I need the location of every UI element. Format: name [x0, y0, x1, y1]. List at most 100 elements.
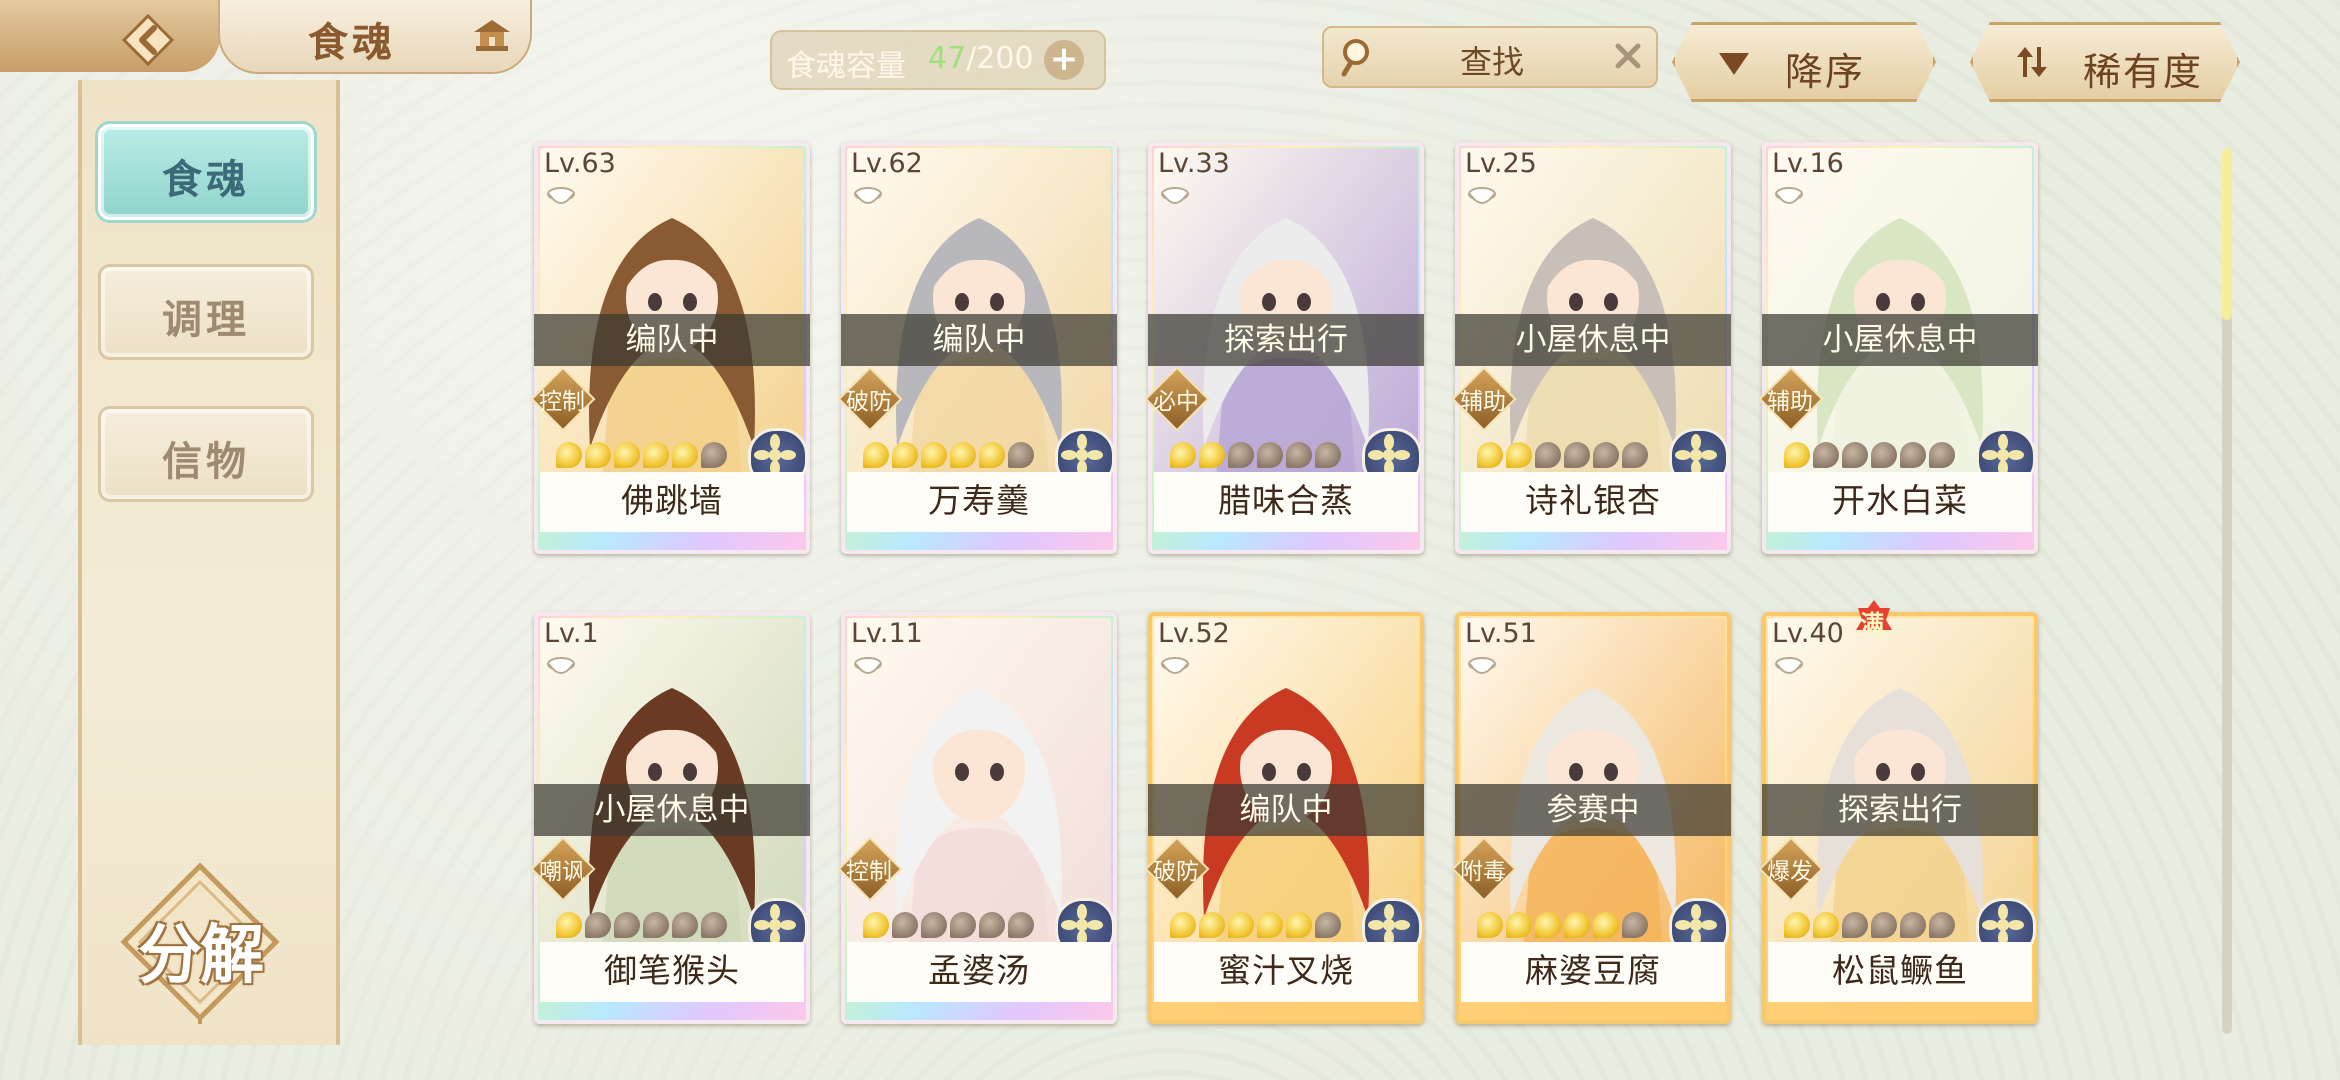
decompose-button[interactable]: 分解: [118, 860, 282, 1024]
triangle-down-icon: [1715, 43, 1753, 81]
star-icon: [1900, 912, 1926, 938]
food-soul-card[interactable]: Lv.16 小屋休息中 辅助 开水白菜: [1758, 142, 2038, 554]
star-icon: [979, 912, 1005, 938]
title-tab: 食魂: [218, 0, 532, 74]
bowl-icon: [1775, 187, 1803, 204]
bowl-icon: [547, 657, 575, 674]
card-status: 编队中: [841, 314, 1117, 366]
star-icon: [1199, 912, 1225, 938]
role-badge: 必中: [1144, 366, 1210, 432]
capacity-add-button[interactable]: +: [1044, 40, 1084, 80]
sort-order-button[interactable]: 降序: [1672, 22, 1936, 102]
card-status: 编队中: [1148, 784, 1424, 836]
star-icon: [1813, 912, 1839, 938]
bowl-icon: [1468, 657, 1496, 674]
back-button[interactable]: [120, 12, 176, 68]
food-soul-card[interactable]: Lv.1 小屋休息中 嘲讽 御笔猴头: [530, 612, 810, 1024]
star-icon: [1564, 912, 1590, 938]
role-label: 破防: [1153, 859, 1199, 885]
star-rating: [1784, 442, 1955, 470]
card-name: 松鼠鳜鱼: [1768, 942, 2032, 1002]
top-bar: 食魂 食魂容量 47/200 + 查找 降序 稀有度: [0, 0, 2340, 80]
role-badge: 爆发: [1758, 836, 1824, 902]
card-name: 万寿羹: [847, 472, 1111, 532]
role-badge: 控制: [837, 836, 903, 902]
card-name: 开水白菜: [1768, 472, 2032, 532]
food-soul-card[interactable]: Lv.63 编队中 控制 佛跳墙: [530, 142, 810, 554]
card-name: 御笔猴头: [540, 942, 804, 1002]
card-status: 探索出行: [1148, 314, 1424, 366]
close-icon[interactable]: [1610, 38, 1646, 74]
star-rating: [1170, 442, 1341, 470]
tab-tokens[interactable]: 信物: [98, 406, 314, 502]
star-icon: [1315, 912, 1341, 938]
role-label: 控制: [846, 859, 892, 885]
tab-prepare-label: 调理: [162, 297, 250, 343]
bowl-icon: [1775, 657, 1803, 674]
role-badge: 辅助: [1451, 366, 1517, 432]
star-icon: [1622, 912, 1648, 938]
scrollbar-thumb[interactable]: [2222, 148, 2232, 320]
star-icon: [1199, 442, 1225, 468]
search-box[interactable]: 查找: [1322, 26, 1658, 88]
capacity-label: 食魂容量: [786, 49, 906, 84]
star-icon: [701, 442, 727, 468]
star-icon: [1784, 442, 1810, 468]
role-badge: 破防: [1144, 836, 1210, 902]
food-soul-card[interactable]: Lv.11 控制 孟婆汤: [837, 612, 1117, 1024]
decompose-label: 分解: [138, 919, 264, 993]
star-icon: [1813, 442, 1839, 468]
card-level: Lv.52: [1158, 618, 1230, 649]
rarity-sort-label: 稀有度: [2083, 50, 2204, 94]
card-name: 诗礼银杏: [1461, 472, 1725, 532]
food-soul-card[interactable]: Lv.25 小屋休息中 辅助 诗礼银杏: [1451, 142, 1731, 554]
food-soul-card[interactable]: Lv.62 编队中 破防 万寿羹: [837, 142, 1117, 554]
star-icon: [1871, 912, 1897, 938]
tab-food-souls-label: 食魂: [162, 157, 250, 203]
star-icon: [1286, 442, 1312, 468]
food-soul-card[interactable]: Lv.52 编队中 破防 蜜汁叉烧: [1144, 612, 1424, 1024]
food-soul-card[interactable]: Lv.51 参赛中 附毒 麻婆豆腐: [1451, 612, 1731, 1024]
star-icon: [1871, 442, 1897, 468]
star-icon: [672, 442, 698, 468]
star-icon: [1228, 912, 1254, 938]
star-icon: [585, 912, 611, 938]
tab-prepare[interactable]: 调理: [98, 264, 314, 360]
star-icon: [1228, 442, 1254, 468]
star-icon: [1008, 912, 1034, 938]
star-icon: [1506, 442, 1532, 468]
star-icon: [556, 912, 582, 938]
star-icon: [1315, 442, 1341, 468]
food-soul-card[interactable]: Lv.33 探索出行 必中 腊味合蒸: [1144, 142, 1424, 554]
star-icon: [950, 912, 976, 938]
star-icon: [1929, 912, 1955, 938]
card-level: Lv.62: [851, 148, 923, 179]
role-badge: 嘲讽: [530, 836, 596, 902]
capacity-count: 47/200: [928, 41, 1034, 76]
star-icon: [950, 442, 976, 468]
star-icon: [556, 442, 582, 468]
bowl-icon: [547, 187, 575, 204]
card-name: 佛跳墙: [540, 472, 804, 532]
star-rating: [1477, 912, 1648, 940]
role-label: 辅助: [1767, 389, 1813, 415]
star-icon: [614, 442, 640, 468]
rarity-sort-button[interactable]: 稀有度: [1970, 22, 2240, 102]
food-soul-card[interactable]: Lv.40 满探索出行 爆发 松鼠鳜鱼: [1758, 600, 2038, 1024]
star-rating: [556, 442, 727, 470]
star-icon: [1622, 442, 1648, 468]
pavilion-icon: [474, 20, 510, 51]
role-label: 必中: [1153, 389, 1199, 415]
full-badge-label: 满: [1860, 610, 1884, 638]
star-icon: [1257, 442, 1283, 468]
tab-food-souls[interactable]: 食魂: [98, 124, 314, 220]
star-icon: [585, 442, 611, 468]
role-badge: 附毒: [1451, 836, 1517, 902]
star-icon: [1929, 442, 1955, 468]
star-icon: [614, 912, 640, 938]
star-icon: [1477, 442, 1503, 468]
role-label: 附毒: [1460, 859, 1506, 885]
star-icon: [1593, 442, 1619, 468]
scrollbar[interactable]: [2222, 148, 2232, 1034]
star-icon: [1506, 912, 1532, 938]
